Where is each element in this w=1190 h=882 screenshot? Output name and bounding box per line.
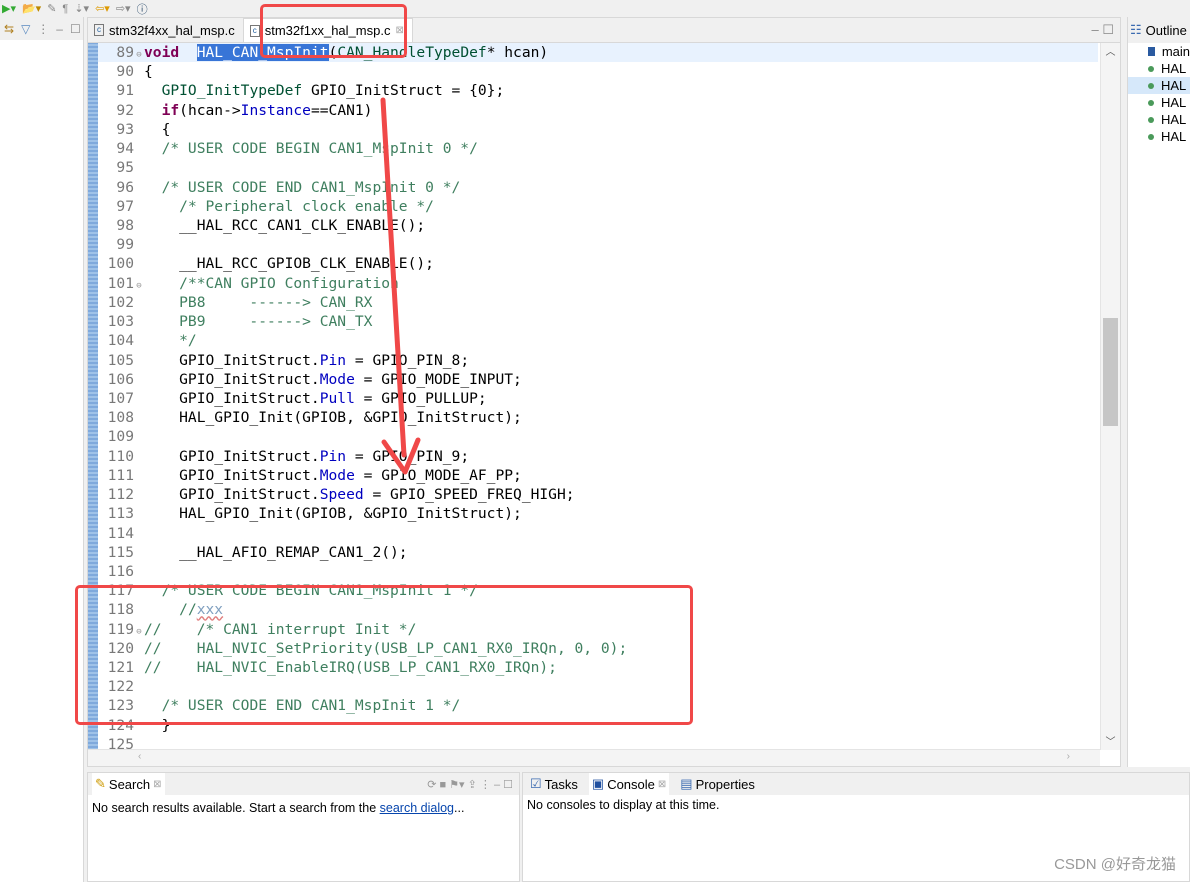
annotation-arrow [380, 97, 421, 475]
arrow-shaft [380, 97, 407, 458]
watermark: CSDN @好奇龙猫 [1054, 856, 1176, 873]
